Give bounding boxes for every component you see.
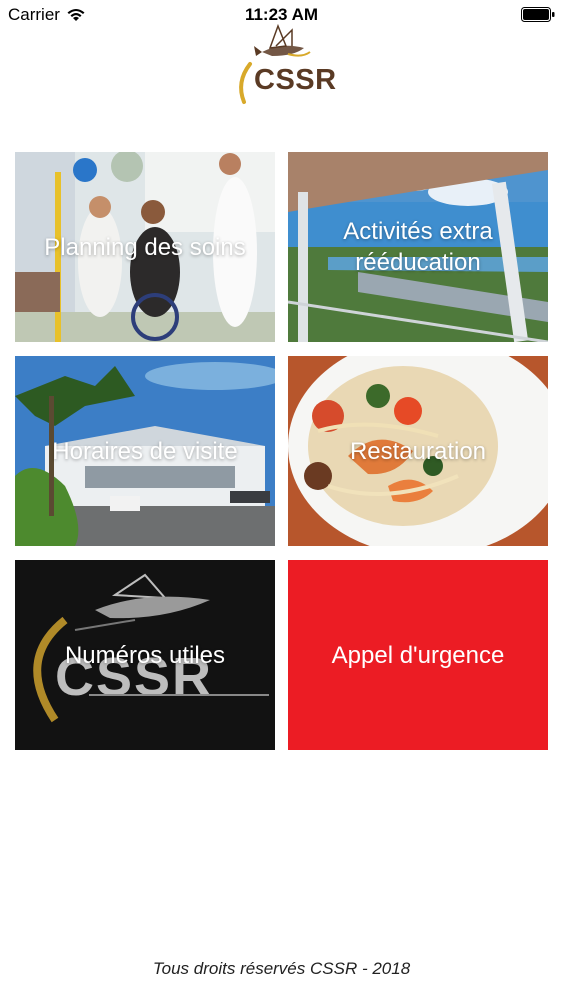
cssr-logo: CSSR [232, 23, 336, 108]
copyright-footer: Tous droits réservés CSSR - 2018 [152, 959, 411, 978]
status-time: 11:23 AM [244, 5, 319, 24]
logo-text: CSSR [254, 64, 337, 96]
tile-label: Horaires de visite [52, 437, 238, 465]
tile-horaires-de-visite[interactable]: Horaires de visite [15, 356, 275, 546]
tile-label: Appel d'urgence [331, 641, 505, 669]
tile-label: Restauration [349, 437, 487, 465]
tile-label: Numéros utiles [64, 641, 226, 669]
tile-label: Planning des soins [44, 233, 246, 261]
tile-appel-d-urgence[interactable]: Appel d'urgence [288, 560, 548, 750]
tile-activites-extra-reeducation[interactable]: Activités extra rééducation [288, 152, 548, 342]
battery-icon [521, 7, 555, 22]
tile-label: Activités extra rééducation [343, 218, 493, 276]
tile-planning-des-soins[interactable]: Planning des soins [15, 152, 275, 342]
tile-restauration[interactable]: Restauration [288, 356, 548, 546]
tile-numeros-utiles[interactable]: CSSR Numéros utiles [15, 560, 275, 750]
